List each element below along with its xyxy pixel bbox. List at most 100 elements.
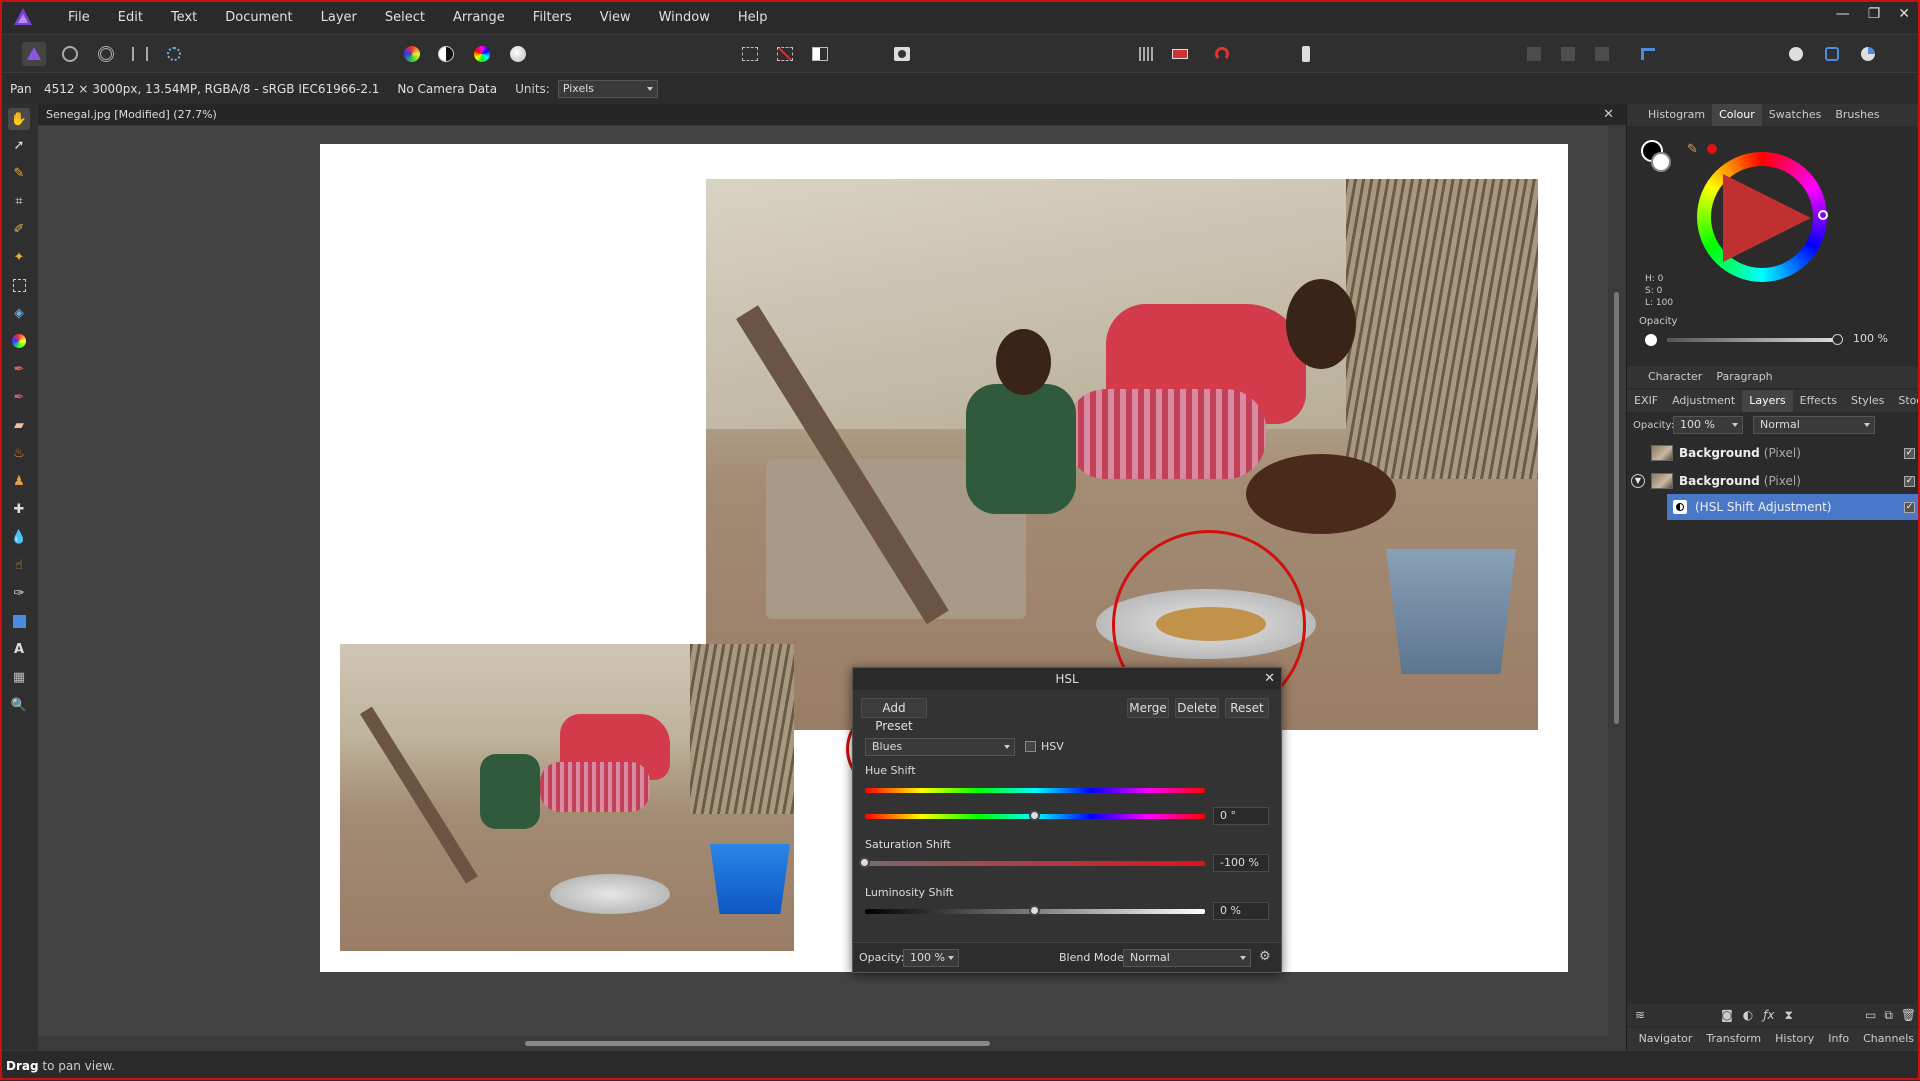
eyedropper-icon[interactable]: ✎ [1687, 142, 1698, 157]
reset-button[interactable]: Reset [1225, 698, 1269, 718]
crop-tool[interactable]: ⌗ [10, 192, 28, 210]
fx-icon[interactable]: ƒx [1763, 1008, 1774, 1022]
layer-visibility-checkbox[interactable]: ✓ [1904, 447, 1915, 459]
adjustment-icon[interactable]: ◐ [1743, 1008, 1753, 1022]
tab-effects[interactable]: Effects [1793, 390, 1844, 412]
group-folder-icon[interactable]: ▭ [1865, 1008, 1876, 1022]
blur-brush-tool[interactable]: 💧 [10, 528, 28, 546]
canvas-area[interactable] [38, 126, 1608, 1050]
live-filter-icon[interactable]: ⧗ [1785, 1008, 1793, 1023]
menu-layer[interactable]: Layer [307, 10, 371, 25]
affinity-photo-logo[interactable] [12, 6, 34, 28]
tab-histogram[interactable]: Histogram [1641, 104, 1712, 126]
colour-range-dropdown[interactable]: Blues [865, 738, 1015, 756]
layer-row-selected[interactable]: (HSL Shift Adjustment) ✓ [1667, 494, 1920, 520]
merge-button[interactable]: Merge [1127, 698, 1169, 718]
tab-transform[interactable]: Transform [1699, 1028, 1768, 1050]
gradient-tool[interactable] [10, 332, 28, 350]
dodge-tool[interactable]: ♨ [10, 444, 28, 462]
layer-row[interactable]: ▼ Background (Pixel) ✓ [1627, 468, 1920, 494]
restore-button[interactable]: ❐ [1868, 6, 1881, 22]
menu-edit[interactable]: Edit [104, 10, 157, 25]
units-dropdown[interactable]: Pixels [557, 79, 658, 98]
deselect-button[interactable] [773, 42, 797, 66]
layers-opacity-dropdown[interactable]: 100 % [1673, 416, 1743, 434]
gear-icon[interactable]: ⚙ [1259, 949, 1271, 964]
colour-replacement-tool[interactable]: ✒ [10, 388, 28, 406]
add-layer-icon[interactable]: ⧉ [1884, 1008, 1893, 1023]
layers-blend-dropdown[interactable]: Normal [1753, 416, 1875, 434]
tab-paragraph[interactable]: Paragraph [1709, 366, 1779, 388]
align-center-button[interactable] [1556, 42, 1580, 66]
menu-view[interactable]: View [586, 10, 645, 25]
colour-opacity-slider[interactable] [1667, 334, 1843, 345]
auto-white-balance-button[interactable] [506, 42, 530, 66]
move-tool[interactable]: ➚ [10, 136, 28, 154]
assistant-button[interactable] [1294, 42, 1318, 66]
tab-styles[interactable]: Styles [1844, 390, 1891, 412]
vertical-scroll-thumb[interactable] [1614, 292, 1619, 724]
horizontal-scroll-thumb[interactable] [525, 1041, 990, 1046]
mesh-warp-tool[interactable]: ▦ [10, 668, 28, 686]
marquee-tool[interactable] [10, 276, 28, 294]
luminosity-slider-knob[interactable] [1029, 905, 1040, 916]
auto-levels-button[interactable] [400, 42, 424, 66]
opacity-dropdown[interactable]: 100 % [903, 949, 959, 967]
saturation-slider-knob[interactable] [859, 857, 870, 868]
boolean-intersect-button[interactable] [1856, 42, 1880, 66]
snapping-button[interactable] [1168, 42, 1192, 66]
saturation-shift-slider[interactable] [859, 857, 1205, 868]
delete-button[interactable]: Delete [1175, 698, 1219, 718]
menu-window[interactable]: Window [645, 10, 724, 25]
tab-history[interactable]: History [1768, 1028, 1821, 1050]
secondary-colour-swatch[interactable] [1651, 152, 1671, 172]
minimize-button[interactable]: — [1836, 6, 1850, 22]
vertical-scrollbar[interactable] [1608, 126, 1626, 1050]
tab-colour[interactable]: Colour [1712, 104, 1762, 126]
menu-filters[interactable]: Filters [519, 10, 586, 25]
hue-shift-slider[interactable] [865, 810, 1205, 821]
flood-select-tool[interactable]: ✦ [10, 248, 28, 266]
rectangle-tool[interactable] [10, 612, 28, 630]
snapping-options-button[interactable] [1204, 42, 1240, 66]
close-window-button[interactable]: ✕ [1898, 6, 1910, 22]
zoom-tool[interactable]: 🔍 [10, 696, 28, 714]
paint-brush-tool[interactable]: ✒ [10, 360, 28, 378]
selection-brush-tool[interactable]: ✐ [10, 220, 28, 238]
quick-mask-button[interactable] [886, 42, 918, 66]
tab-brushes[interactable]: Brushes [1828, 104, 1886, 126]
tab-navigator[interactable]: Navigator [1632, 1028, 1700, 1050]
tab-exif[interactable]: EXIF [1627, 390, 1665, 412]
invert-selection-button[interactable] [808, 42, 832, 66]
layer-stack-icon[interactable]: ≋ [1635, 1008, 1645, 1022]
develop-persona-button[interactable] [94, 42, 118, 66]
export-persona-button[interactable] [162, 42, 186, 66]
luminosity-shift-slider[interactable] [865, 905, 1205, 916]
menu-arrange[interactable]: Arrange [439, 10, 519, 25]
tab-character[interactable]: Character [1641, 366, 1709, 388]
hsv-checkbox[interactable] [1025, 741, 1036, 752]
hue-slider-knob[interactable] [1029, 810, 1040, 821]
align-right-button[interactable] [1590, 42, 1614, 66]
mask-layer-icon[interactable]: ◙ [1721, 1008, 1733, 1022]
tab-swatches[interactable]: Swatches [1762, 104, 1829, 126]
tab-channels[interactable]: Channels [1856, 1028, 1920, 1050]
luminosity-shift-value[interactable]: 0 % [1213, 902, 1269, 920]
menu-select[interactable]: Select [371, 10, 439, 25]
horizontal-scrollbar[interactable] [38, 1036, 1608, 1050]
text-tool[interactable]: A [10, 640, 28, 658]
smudge-tool[interactable]: ☝ [10, 556, 28, 574]
auto-contrast-button[interactable] [434, 42, 458, 66]
saturation-shift-value[interactable]: -100 % [1213, 854, 1269, 872]
hue-handle[interactable] [1818, 210, 1828, 220]
tone-mapping-persona-button[interactable] [128, 42, 152, 66]
colour-picker-tool[interactable]: ✎ [10, 164, 28, 182]
layer-visibility-checkbox[interactable]: ✓ [1904, 475, 1915, 487]
menu-text[interactable]: Text [157, 10, 211, 25]
tab-layers[interactable]: Layers [1742, 390, 1793, 412]
close-icon[interactable]: ✕ [1264, 668, 1275, 690]
colour-wheel[interactable] [1697, 152, 1828, 282]
add-preset-button[interactable]: Add Preset [861, 698, 927, 733]
liquify-persona-button[interactable] [58, 42, 82, 66]
hsl-title-bar[interactable]: HSL ✕ [853, 668, 1281, 690]
